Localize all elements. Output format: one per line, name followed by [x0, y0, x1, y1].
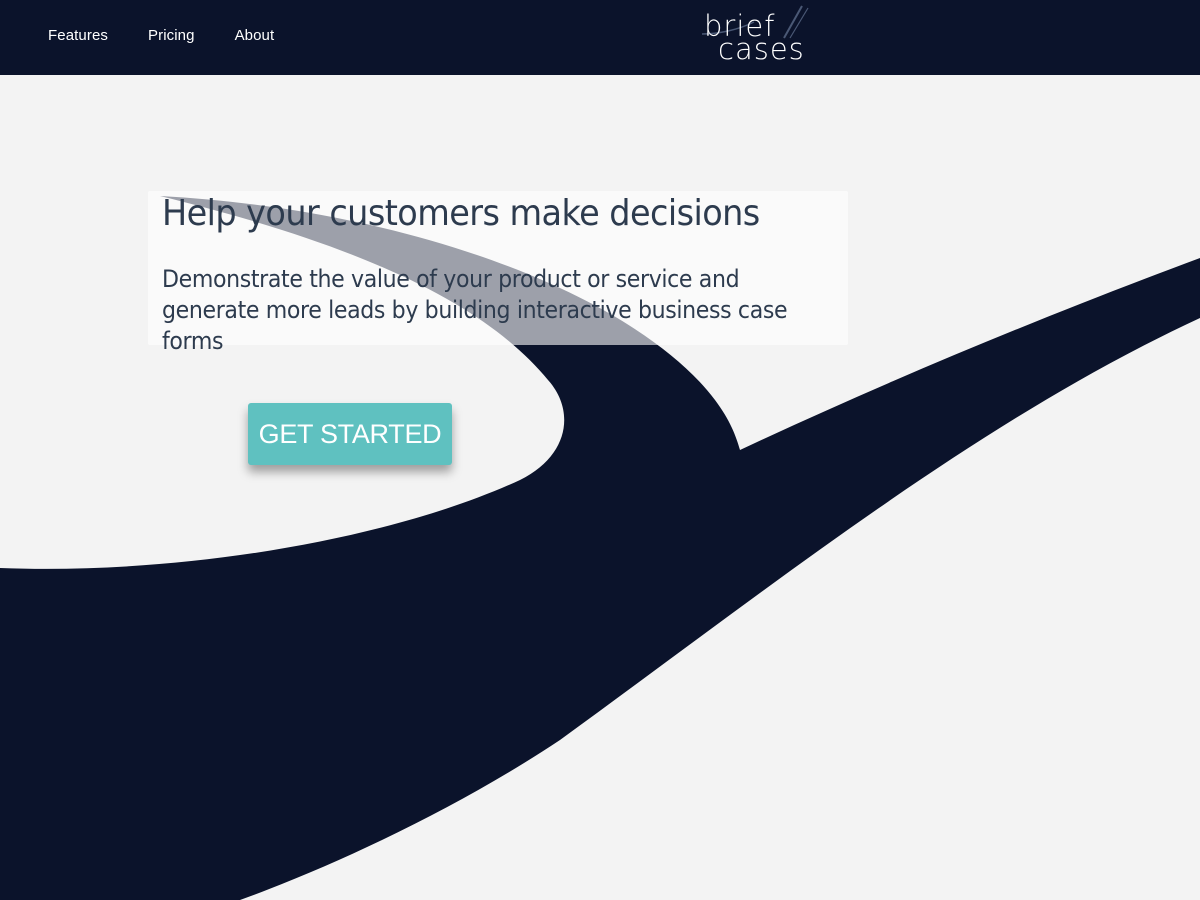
nav-link-pricing[interactable]: Pricing: [148, 27, 195, 44]
hero-text-panel: Help your customers make decisions Demon…: [148, 191, 848, 355]
main-nav: Features Pricing About: [48, 0, 274, 70]
hero-subtitle: Demonstrate the value of your product or…: [162, 265, 788, 355]
hero-swoosh-graphic: [0, 196, 1200, 900]
logo-text-cases: cases: [718, 32, 805, 66]
get-started-button[interactable]: GET STARTED: [248, 403, 452, 465]
nav-link-about[interactable]: About: [235, 27, 275, 44]
brand-logo[interactable]: brief cases: [698, 2, 818, 68]
nav-link-features[interactable]: Features: [48, 27, 108, 44]
top-navbar: Features Pricing About brief cases: [0, 0, 1200, 75]
hero-title: Help your customers make decisions: [162, 193, 760, 234]
landing-page: Features Pricing About brief cases Help …: [0, 0, 1200, 900]
